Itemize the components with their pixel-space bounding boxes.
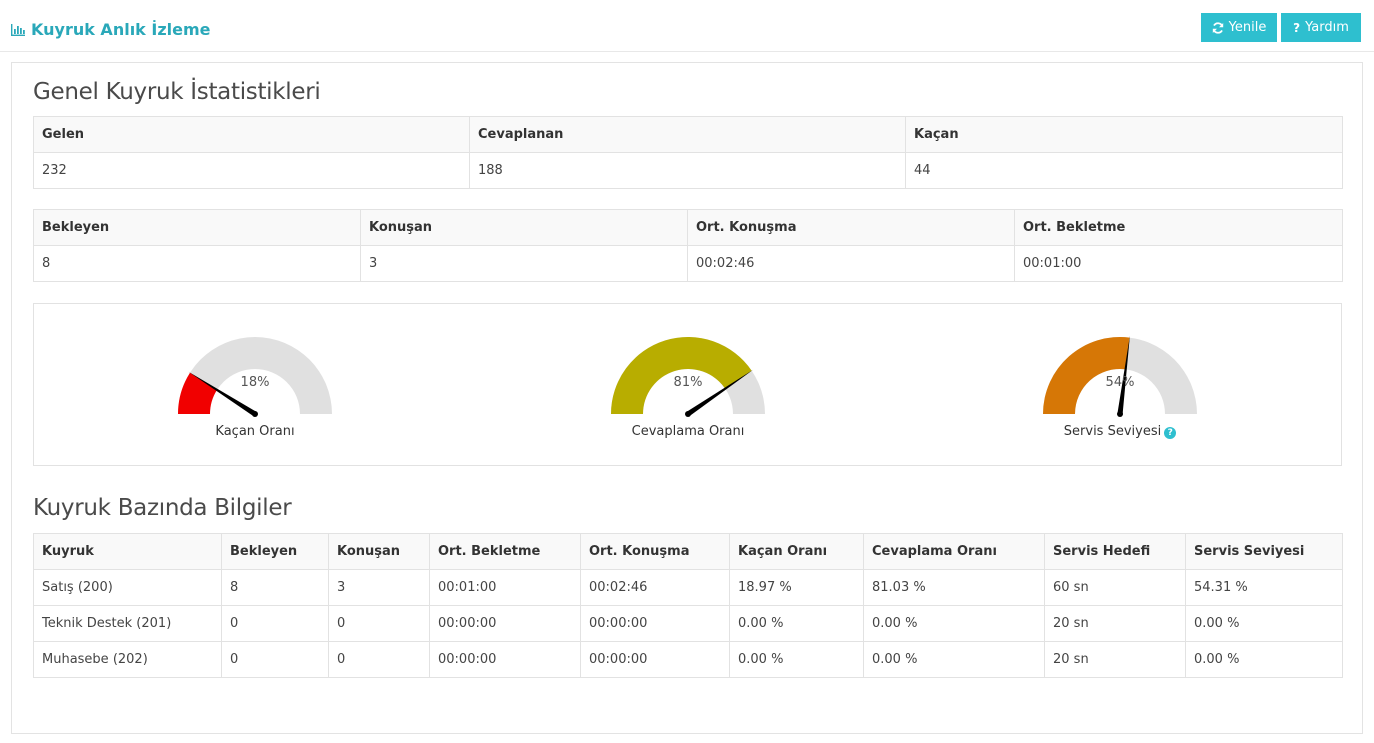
refresh-icon [1212, 21, 1224, 34]
page-title-text: Kuyruk Anlık İzleme [31, 20, 211, 39]
queue-header-cell: Kaçan Oranı [729, 533, 864, 570]
table-cell: 0 [221, 641, 329, 678]
top-bar: Kuyruk Anlık İzleme Yenile ? Yardım [0, 0, 1374, 52]
general-stats-table-1: Gelen Cevaplanan Kaçan 232 188 44 [33, 116, 1343, 189]
header-gelen: Gelen [33, 116, 470, 153]
value-konusan: 3 [360, 245, 688, 282]
table-cell: 20 sn [1044, 641, 1186, 678]
gauge-value: 54% [1105, 375, 1135, 390]
queue-table: Kuyruk Bekleyen Konuşan Ort. Bekletme Ort. K… [33, 533, 1343, 678]
queue-header-cell: Konuşan [328, 533, 430, 570]
queue-header-cell: Servis Seviyesi [1185, 533, 1343, 570]
value-bekleyen: 8 [33, 245, 361, 282]
table-cell: Satış (200) [33, 569, 222, 606]
value-ort-bekletme: 00:01:00 [1014, 245, 1343, 282]
table-cell: 0.00 % [1185, 605, 1343, 642]
queue-header-cell: Ort. Bekletme [429, 533, 581, 570]
gauge-label: Kaçan Oranı [145, 424, 365, 439]
table-cell: 20 sn [1044, 605, 1186, 642]
gauge-label: Cevaplama Oranı [578, 424, 798, 439]
table-cell: 0 [221, 605, 329, 642]
table-cell: Teknik Destek (201) [33, 605, 222, 642]
header-kacan: Kaçan [905, 116, 1343, 153]
table-cell: 0.00 % [863, 605, 1045, 642]
header-ort-bekletme: Ort. Bekletme [1014, 209, 1343, 246]
queue-header-cell: Ort. Konuşma [580, 533, 730, 570]
value-cevaplanan: 188 [469, 152, 906, 189]
table-cell: 00:00:00 [429, 605, 581, 642]
gauge-hub [252, 411, 258, 417]
table-cell: 00:00:00 [429, 641, 581, 678]
value-kacan: 44 [905, 152, 1343, 189]
help-circle-icon[interactable]: ? [1164, 427, 1177, 439]
table-cell: 0.00 % [729, 605, 864, 642]
table-cell: 0 [328, 641, 430, 678]
general-stats-title: Genel Kuyruk İstatistikleri [33, 79, 321, 105]
table-cell: 18.97 % [729, 569, 864, 606]
gauge-hub [1117, 411, 1123, 417]
table-cell: 3 [328, 569, 430, 606]
header-konusan: Konuşan [360, 209, 688, 246]
refresh-button[interactable]: Yenile [1201, 13, 1277, 42]
gauge-label-text: Servis Seviyesi [1063, 424, 1162, 439]
gauge-servis-seviyesi: 54% Servis Seviyesi? [1010, 304, 1230, 467]
gauge-value: 18% [240, 375, 270, 390]
table-row: Satış (200) 8 3 00:01:00 00:02:46 18.97 % 81.0… [33, 569, 1343, 606]
table-cell: 0.00 % [729, 641, 864, 678]
queue-table-body: Satış (200) 8 3 00:01:00 00:02:46 18.97 % 81.0… [33, 569, 1343, 678]
table-cell: 00:01:00 [429, 569, 581, 606]
queue-table-header: Kuyruk Bekleyen Konuşan Ort. Bekletme Ort. K… [33, 533, 1343, 570]
main-panel: Genel Kuyruk İstatistikleri Gelen Cevapl… [11, 62, 1363, 734]
table-row: Teknik Destek (201) 0 0 00:00:00 00:00:00 0.0… [33, 605, 1343, 642]
gauge-label-text: Kaçan Oranı [215, 424, 295, 439]
table-cell: 60 sn [1044, 569, 1186, 606]
value-ort-konusma: 00:02:46 [687, 245, 1015, 282]
queue-info-title: Kuyruk Bazında Bilgiler [33, 495, 292, 521]
header-cevaplanan: Cevaplanan [469, 116, 906, 153]
queue-header-cell: Bekleyen [221, 533, 329, 570]
queue-header-cell: Cevaplama Oranı [863, 533, 1045, 570]
table-cell: 00:00:00 [580, 605, 730, 642]
value-gelen: 232 [33, 152, 470, 189]
help-label: Yardım [1305, 20, 1349, 35]
question-icon: ? [1293, 20, 1301, 35]
table-cell: 81.03 % [863, 569, 1045, 606]
gauge-label-text: Cevaplama Oranı [631, 424, 745, 439]
table-cell: 0.00 % [863, 641, 1045, 678]
table-cell: 54.31 % [1185, 569, 1343, 606]
refresh-label: Yenile [1228, 20, 1267, 35]
gauge-kacan-orani: 18% Kaçan Oranı [145, 304, 365, 467]
queue-header-cell: Servis Hedefi [1044, 533, 1186, 570]
gauge-cevaplama-orani: 81% Cevaplama Oranı [578, 304, 798, 467]
table-row: Muhasebe (202) 0 0 00:00:00 00:00:00 0.00 % 0.… [33, 641, 1343, 678]
bar-chart-icon [11, 23, 25, 36]
table-cell: Muhasebe (202) [33, 641, 222, 678]
page-title: Kuyruk Anlık İzleme [11, 20, 211, 39]
table-cell: 8 [221, 569, 329, 606]
table-cell: 00:00:00 [580, 641, 730, 678]
gauge-hub [685, 411, 691, 417]
gauge-value: 81% [673, 375, 703, 390]
general-stats-table-2: Bekleyen Konuşan Ort. Konuşma Ort. Bekle… [33, 209, 1343, 282]
table-cell: 0 [328, 605, 430, 642]
gauge-label: Servis Seviyesi? [1010, 424, 1230, 439]
queue-header-cell: Kuyruk [33, 533, 222, 570]
header-ort-konusma: Ort. Konuşma [687, 209, 1015, 246]
header-bekleyen: Bekleyen [33, 209, 361, 246]
table-cell: 0.00 % [1185, 641, 1343, 678]
help-button[interactable]: ? Yardım [1281, 13, 1361, 42]
table-cell: 00:02:46 [580, 569, 730, 606]
gauges-panel: 18% Kaçan Oranı 81% Cevaplama Oranı 54% … [33, 303, 1342, 466]
